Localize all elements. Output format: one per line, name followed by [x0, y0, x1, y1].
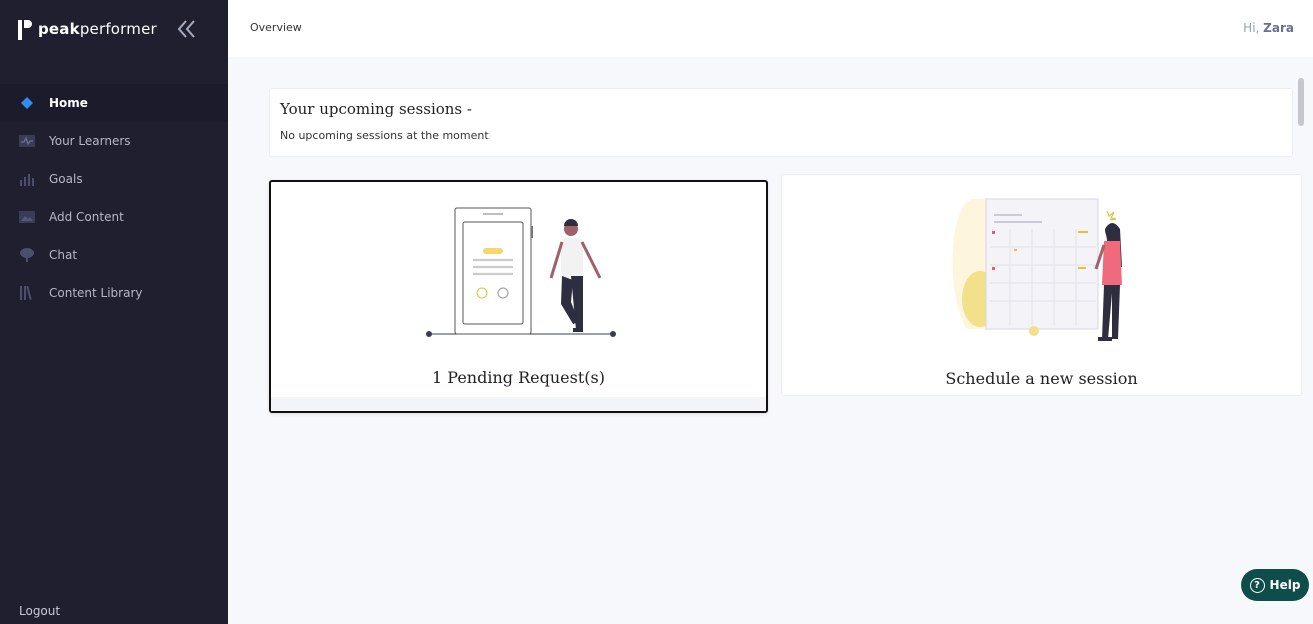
upcoming-sessions-panel: Your upcoming sessions - No upcoming ses… — [269, 88, 1293, 157]
pending-requests-card[interactable]: 1 Pending Request(s) — [269, 180, 768, 413]
sidebar-item-label: Your Learners — [49, 134, 131, 148]
sidebar-item-add-content[interactable]: Add Content — [0, 198, 228, 236]
library-icon — [18, 285, 36, 301]
card-footer-strip — [271, 397, 766, 411]
sidebar-item-home[interactable]: Home — [0, 84, 228, 122]
activity-icon — [18, 133, 36, 149]
sidebar-item-label: Goals — [49, 172, 83, 186]
image-icon — [18, 209, 36, 225]
question-circle-icon: ? — [1249, 577, 1265, 593]
collapse-sidebar-icon[interactable] — [176, 18, 198, 40]
brand-name-bold: peak — [38, 20, 80, 38]
sidebar-item-label: Home — [49, 96, 88, 110]
top-bar: Overview Hi, Zara — [228, 0, 1313, 57]
help-label: Help — [1269, 578, 1301, 592]
schedule-session-card[interactable]: Schedule a new session — [781, 174, 1302, 396]
pending-requests-label: 1 Pending Request(s) — [432, 368, 605, 387]
phone-person-illustration — [426, 207, 616, 337]
brand-logo[interactable]: peak performer — [18, 16, 157, 42]
breadcrumb[interactable]: Overview — [250, 21, 302, 34]
calendar-person-illustration — [952, 198, 1122, 341]
sidebar-item-chat[interactable]: Chat — [0, 236, 228, 274]
sidebar: peak performer Home Your Learners Goals … — [0, 0, 228, 624]
user-greeting[interactable]: Hi, Zara — [1243, 21, 1294, 35]
logout-link[interactable]: Logout — [19, 604, 60, 618]
sidebar-item-label: Add Content — [49, 210, 124, 224]
sidebar-nav: Home Your Learners Goals Add Content Cha… — [0, 84, 228, 312]
sidebar-item-label: Chat — [49, 248, 78, 262]
bar-chart-icon — [18, 171, 36, 187]
help-button[interactable]: ? Help — [1241, 569, 1309, 601]
sidebar-item-content-library[interactable]: Content Library — [0, 274, 228, 312]
chat-icon — [18, 247, 36, 263]
diamond-icon — [18, 95, 36, 111]
sidebar-item-your-learners[interactable]: Your Learners — [0, 122, 228, 160]
upcoming-sessions-empty-message: No upcoming sessions at the moment — [280, 129, 489, 142]
app-root: peak performer Home Your Learners Goals … — [0, 0, 1313, 624]
user-name: Zara — [1263, 21, 1294, 35]
upcoming-sessions-title: Your upcoming sessions - — [280, 100, 472, 118]
sidebar-item-goals[interactable]: Goals — [0, 160, 228, 198]
page-scrollbar[interactable] — [1298, 78, 1304, 126]
sidebar-item-label: Content Library — [49, 286, 143, 300]
brand-mark-icon — [18, 18, 32, 40]
brand-name-light: performer — [79, 20, 157, 38]
greeting-prefix: Hi, — [1243, 21, 1260, 35]
schedule-session-label: Schedule a new session — [945, 369, 1138, 388]
